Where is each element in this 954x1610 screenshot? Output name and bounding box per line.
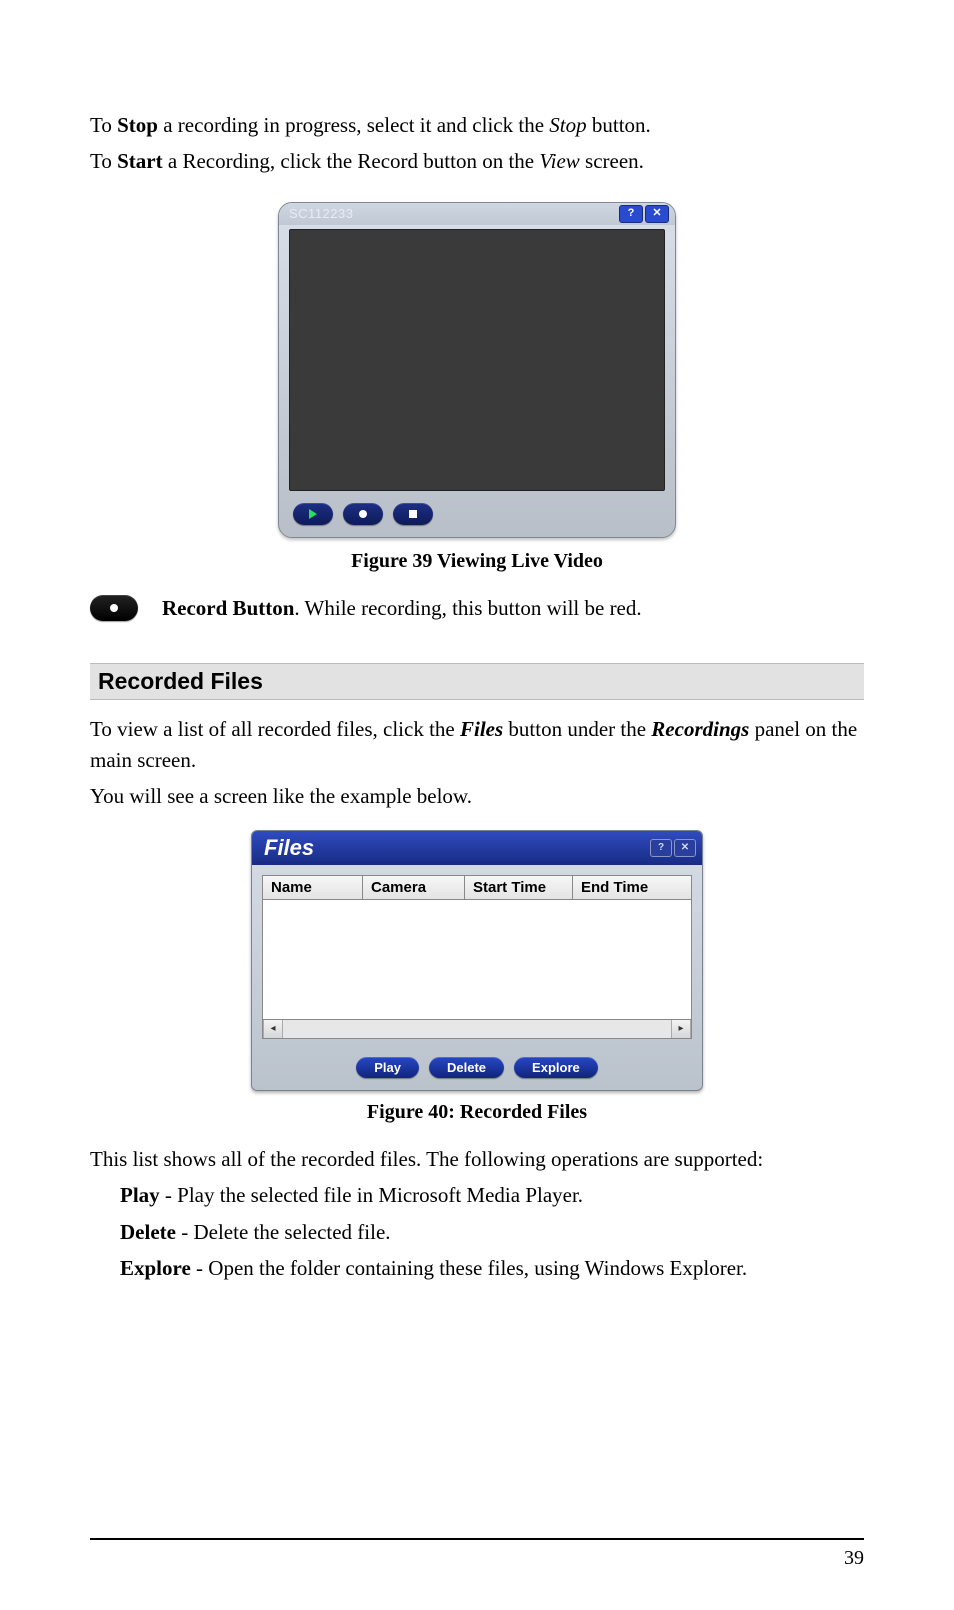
help-icon: ? xyxy=(628,208,635,219)
text-recordings-bi: Recordings xyxy=(651,717,749,741)
help-button[interactable]: ? xyxy=(650,839,672,857)
play-file-button[interactable]: Play xyxy=(356,1057,419,1078)
record-icon xyxy=(110,604,118,612)
record-button[interactable] xyxy=(343,503,383,525)
record-button-description-row: Record Button. While recording, this but… xyxy=(90,593,864,623)
text: Play xyxy=(120,1183,160,1207)
paragraph-stop: To Stop a recording in progress, select … xyxy=(90,110,864,140)
text: To xyxy=(90,113,117,137)
text: - Delete the selected file. xyxy=(176,1220,391,1244)
col-end-time[interactable]: End Time xyxy=(573,876,691,900)
panel-titlebar: SC112233 ? ✕ xyxy=(279,203,675,225)
text-stop-bold: Stop xyxy=(117,113,158,137)
text-view-italic: View xyxy=(539,149,579,173)
text: a Recording, click the Record button on … xyxy=(163,149,540,173)
paragraph-example-below: You will see a screen like the example b… xyxy=(90,781,864,811)
explore-button[interactable]: Explore xyxy=(514,1057,598,1078)
horizontal-scrollbar[interactable]: ◂ ▸ xyxy=(262,1020,692,1039)
live-video-panel: SC112233 ? ✕ xyxy=(278,202,676,538)
op-delete: Delete - Delete the selected file. xyxy=(120,1217,864,1247)
text: Record Button xyxy=(162,596,294,620)
files-title: Files xyxy=(264,835,314,861)
text: Delete xyxy=(120,1220,176,1244)
figure-39-caption: Figure 39 Viewing Live Video xyxy=(90,550,864,573)
text: Explore xyxy=(120,1256,191,1280)
chevron-left-icon: ◂ xyxy=(270,1023,275,1034)
files-table: Name Camera Start Time End Time xyxy=(262,875,692,1020)
stop-button[interactable] xyxy=(393,503,433,525)
record-button-text: Record Button. While recording, this but… xyxy=(162,593,642,623)
video-area xyxy=(289,229,665,491)
paragraph-start: To Start a Recording, click the Record b… xyxy=(90,146,864,176)
chevron-right-icon: ▸ xyxy=(678,1023,683,1034)
stop-icon xyxy=(409,510,417,518)
text: - Play the selected file in Microsoft Me… xyxy=(160,1183,583,1207)
page-number: 39 xyxy=(844,1547,864,1570)
text-stop-italic: Stop xyxy=(549,113,586,137)
video-controls xyxy=(279,499,675,537)
files-titlebar: Files ? ✕ xyxy=(252,831,702,865)
figure-40-caption: Figure 40: Recorded Files xyxy=(90,1101,864,1124)
text: screen. xyxy=(580,149,644,173)
text: button under the xyxy=(503,717,651,741)
close-button[interactable]: ✕ xyxy=(674,839,696,857)
help-button[interactable]: ? xyxy=(619,205,643,223)
panel-title: SC112233 xyxy=(289,206,353,221)
files-window: Files ? ✕ Name Camera Start Time End Tim… xyxy=(251,830,703,1091)
scroll-left-button[interactable]: ◂ xyxy=(263,1020,283,1038)
op-explore: Explore - Open the folder containing the… xyxy=(120,1253,864,1283)
record-icon xyxy=(359,510,367,518)
text: . While recording, this button will be r… xyxy=(294,596,641,620)
close-icon: ✕ xyxy=(652,208,661,219)
text: - Open the folder containing these files… xyxy=(191,1256,747,1280)
col-camera[interactable]: Camera xyxy=(363,876,465,900)
col-start-time[interactable]: Start Time xyxy=(465,876,573,900)
text: a recording in progress, select it and c… xyxy=(158,113,549,137)
col-name[interactable]: Name xyxy=(263,876,363,900)
close-icon: ✕ xyxy=(681,842,689,853)
text-files-bi: Files xyxy=(460,717,503,741)
files-button-row: Play Delete Explore xyxy=(252,1049,702,1090)
paragraph-operations-intro: This list shows all of the recorded file… xyxy=(90,1144,864,1174)
footer-rule xyxy=(90,1538,864,1540)
text: To view a list of all recorded files, cl… xyxy=(90,717,460,741)
record-button-image xyxy=(90,595,138,621)
scroll-right-button[interactable]: ▸ xyxy=(671,1020,691,1038)
text: button. xyxy=(587,113,651,137)
close-button[interactable]: ✕ xyxy=(645,205,669,223)
files-table-header: Name Camera Start Time End Time xyxy=(263,876,691,900)
op-play: Play - Play the selected file in Microso… xyxy=(120,1180,864,1210)
play-button[interactable] xyxy=(293,503,333,525)
text: To xyxy=(90,149,117,173)
help-icon: ? xyxy=(658,842,664,853)
paragraph-files-intro: To view a list of all recorded files, cl… xyxy=(90,714,864,775)
play-icon xyxy=(309,509,317,519)
delete-file-button[interactable]: Delete xyxy=(429,1057,504,1078)
section-heading-recorded-files: Recorded Files xyxy=(90,663,864,700)
text-start-bold: Start xyxy=(117,149,163,173)
